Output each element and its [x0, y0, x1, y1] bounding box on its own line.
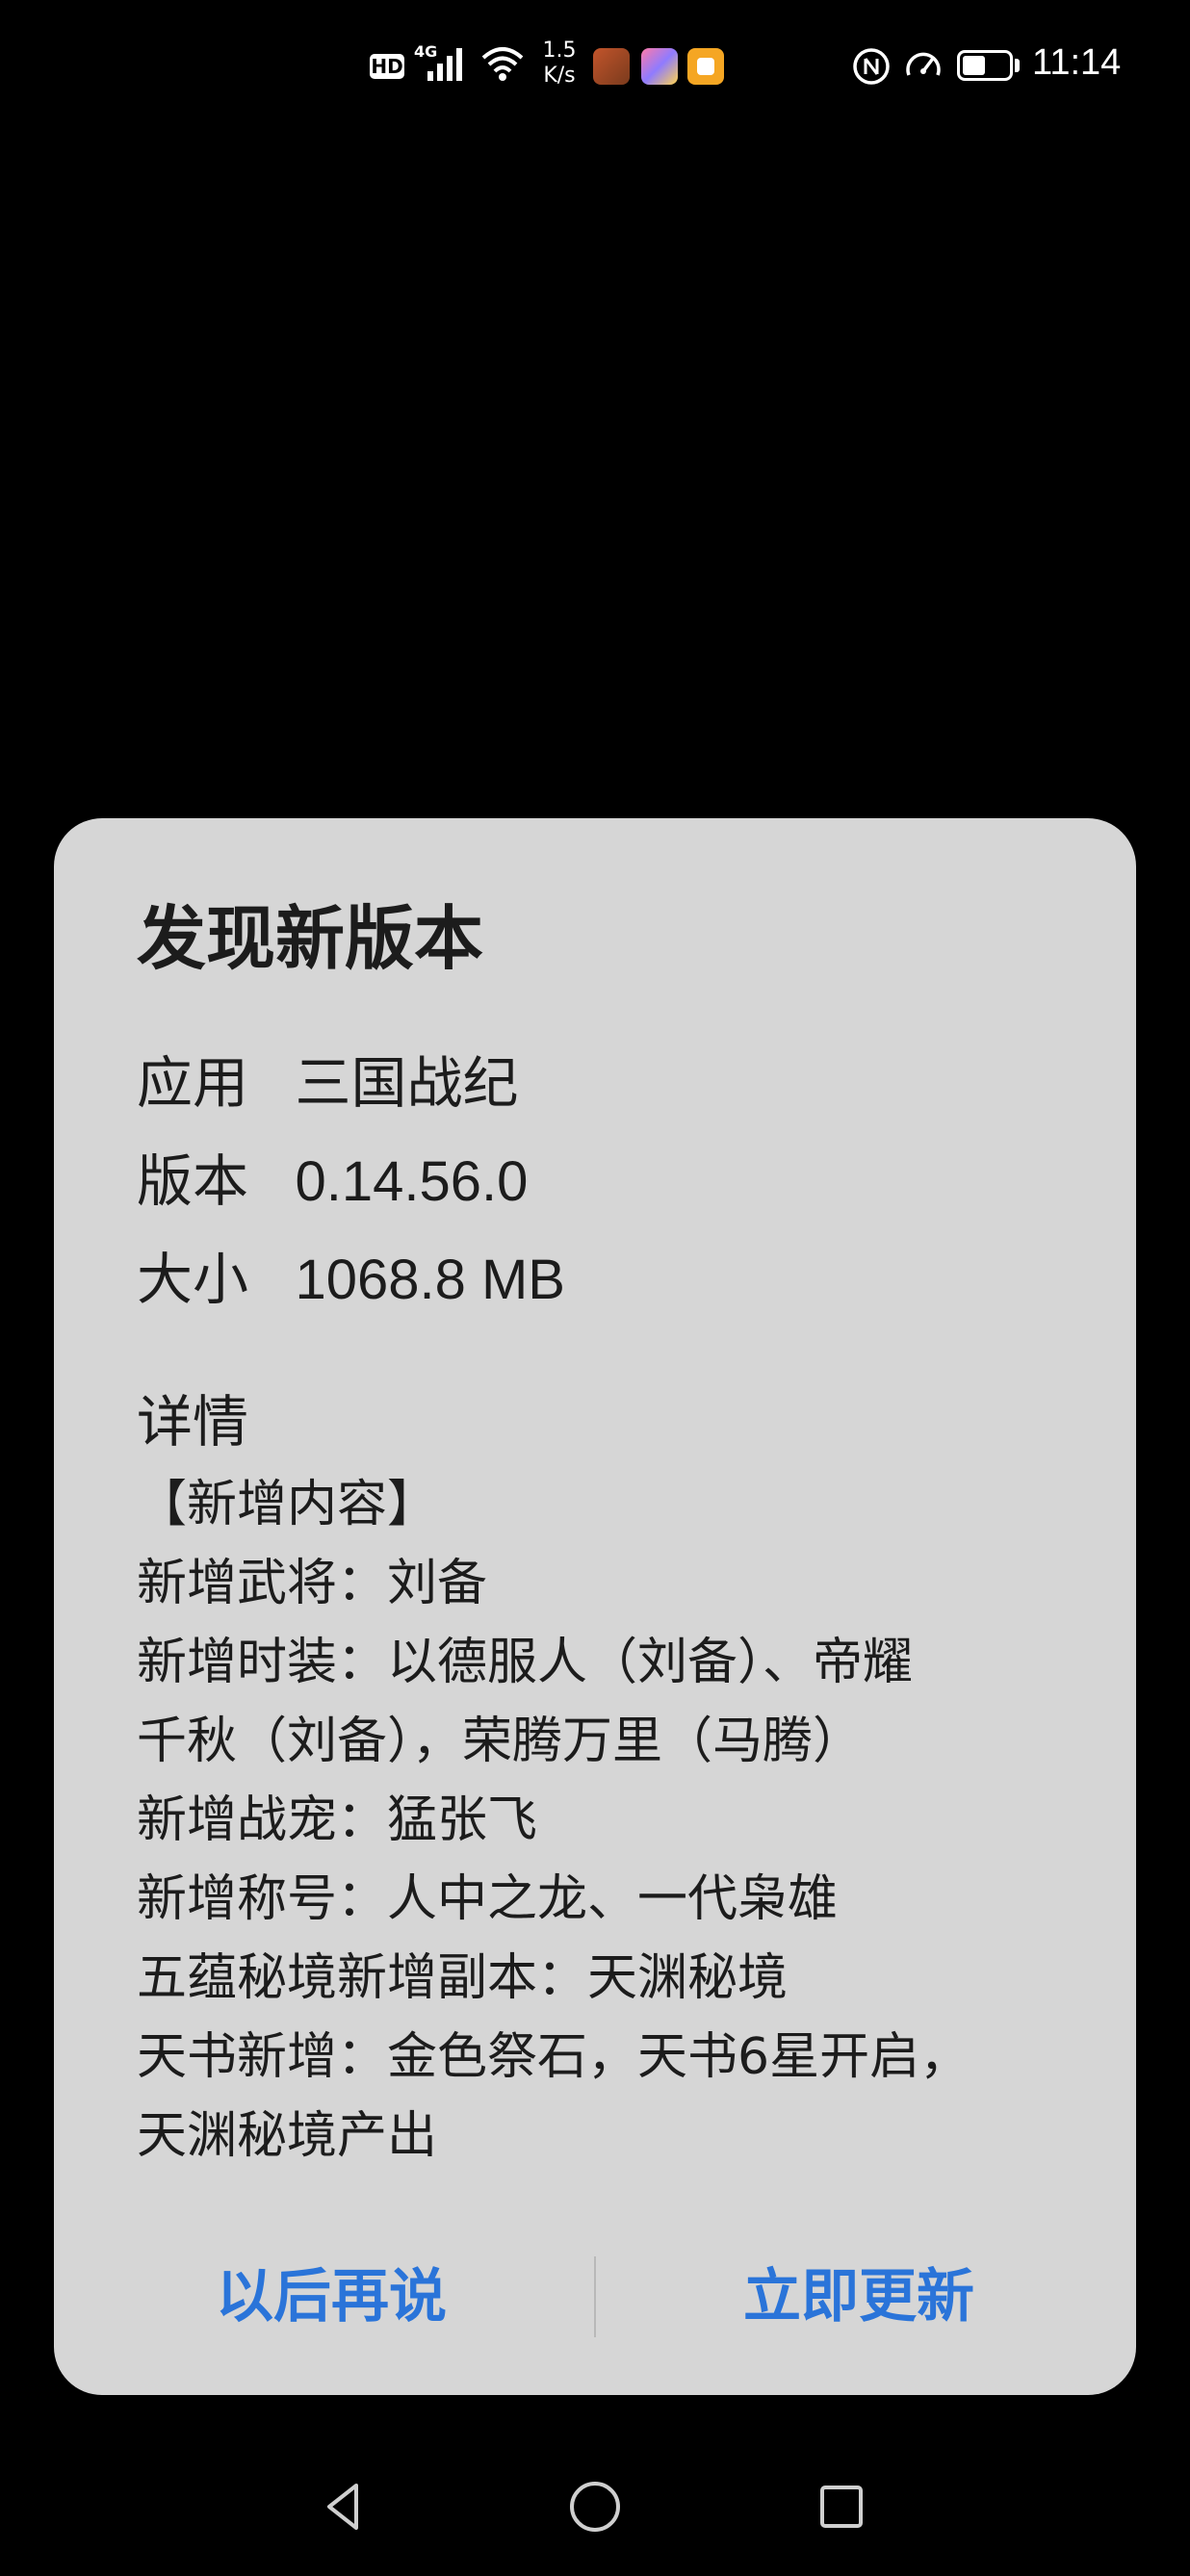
wifi-icon — [481, 47, 524, 81]
app-name-row: 应用 三国战纪 — [137, 1038, 518, 1119]
release-notes: 【新增内容】 新增武将：刘备 新增时装：以德服人（刘备）、帝耀 千秋（刘备），荣… — [137, 1465, 1061, 2176]
dialog-title: 发现新版本 — [137, 898, 484, 979]
app-value: 三国战纪 — [295, 1052, 519, 1115]
network-speed: 1.5 K/s — [535, 39, 583, 89]
version-row: 版本 0.14.56.0 — [137, 1136, 528, 1217]
gallery-app-icon — [641, 48, 678, 85]
notes-app-icon — [687, 48, 724, 85]
release-note-line: 新增战宠：猛张飞 — [137, 1791, 538, 1849]
battery-level-fill — [963, 56, 985, 75]
cellular-signal-icon — [427, 48, 462, 81]
battery-cap — [1015, 59, 1020, 72]
release-note-line: 新增时装：以德服人（刘备）、帝耀 — [137, 1634, 914, 1691]
size-label: 大小 — [137, 1247, 249, 1312]
app-label: 应用 — [137, 1050, 249, 1116]
dialog-actions: 以后再说 立即更新 — [54, 2253, 1136, 2341]
release-note-line: 千秋（刘备），荣腾万里（马腾） — [137, 1713, 864, 1770]
game-app-icon — [593, 48, 630, 85]
version-value: 0.14.56.0 — [295, 1150, 529, 1213]
release-note-line: 【新增内容】 — [137, 1476, 438, 1533]
clock: 11:14 — [1032, 42, 1122, 83]
release-note-line: 新增称号：人中之龙、一代枭雄 — [137, 1870, 839, 1928]
speed-gauge-icon — [906, 52, 941, 76]
update-now-button[interactable]: 立即更新 — [608, 2253, 1109, 2341]
update-dialog: 发现新版本 应用 三国战纪 版本 0.14.56.0 大小 1068.8 MB … — [54, 818, 1136, 2395]
network-speed-unit: K/s — [543, 64, 576, 88]
navigation-bar — [0, 2441, 1190, 2576]
nfc-icon — [853, 48, 890, 85]
hd-icon: HD — [370, 54, 404, 79]
details-heading: 详情 — [137, 1389, 249, 1455]
home-icon[interactable] — [564, 2476, 626, 2537]
network-speed-value: 1.5 — [542, 39, 577, 63]
release-note-line: 新增武将：刘备 — [137, 1555, 488, 1612]
size-value: 1068.8 MB — [295, 1249, 565, 1311]
later-button[interactable]: 以后再说 — [81, 2253, 582, 2341]
battery-icon — [957, 50, 1013, 81]
recent-apps-icon[interactable] — [811, 2476, 872, 2537]
back-icon[interactable] — [314, 2476, 375, 2537]
size-row: 大小 1068.8 MB — [137, 1234, 565, 1315]
version-label: 版本 — [137, 1148, 249, 1214]
status-bar: HD 4G 1.5 K/s 11:14 — [0, 0, 1190, 135]
release-note-line: 五蕴秘境新增副本：天渊秘境 — [137, 1949, 789, 2007]
actions-divider — [594, 2256, 596, 2337]
release-note-line: 天渊秘境产出 — [137, 2107, 438, 2165]
release-note-line: 天书新增：金色祭石，天书6星开启， — [137, 2028, 970, 2086]
